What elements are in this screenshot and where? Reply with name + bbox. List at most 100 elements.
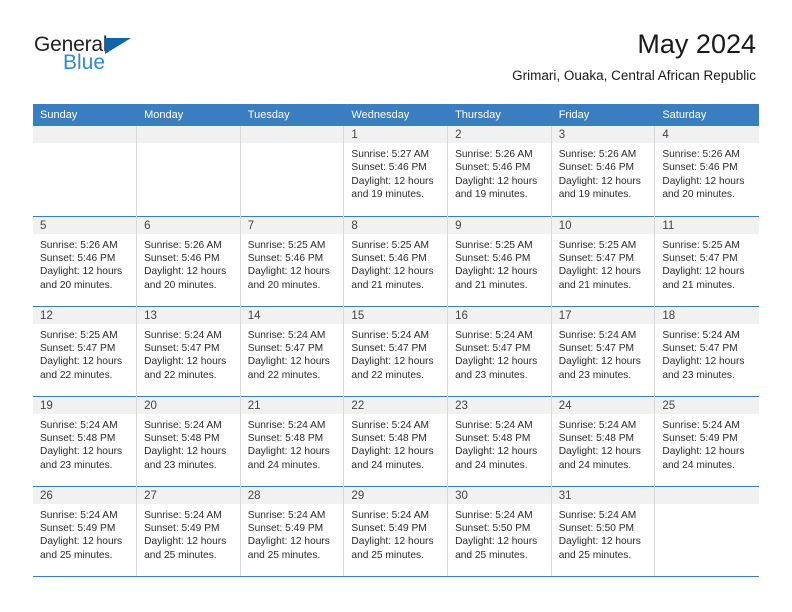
calendar-cell-day[interactable]: 29 Sunrise: 5:24 AM Sunset: 5:49 PM Dayligh… bbox=[343, 485, 449, 577]
calendar-cell-day[interactable]: 1 Sunrise: 5:27 AM Sunset: 5:46 PM Daylight… bbox=[343, 126, 449, 216]
calendar-cell-day[interactable]: 28 Sunrise: 5:24 AM Sunset: 5:49 PM Dayligh… bbox=[240, 485, 345, 577]
daylight-line2-text: and 23 minutes. bbox=[662, 369, 735, 381]
calendar-cell-day[interactable]: 23 Sunrise: 5:24 AM Sunset: 5:48 PM Dayligh… bbox=[447, 395, 552, 486]
calendar-cell-day[interactable]: 31 Sunrise: 5:24 AM Sunset: 5:50 PM Dayligh… bbox=[551, 485, 656, 577]
daylight-line2-text: and 23 minutes. bbox=[558, 369, 632, 381]
calendar-cell-day[interactable]: 3 Sunrise: 5:26 AM Sunset: 5:46 PM Daylight… bbox=[551, 126, 656, 216]
daylight-line1-text: Daylight: 12 hours bbox=[662, 356, 745, 368]
daylight-line1-text: Daylight: 12 hours bbox=[558, 175, 641, 187]
calendar-cell-day[interactable]: 5 Sunrise: 5:26 AM Sunset: 5:46 PM Daylight… bbox=[33, 215, 138, 306]
day-details: Sunrise: 5:24 AM Sunset: 5:47 PM Daylight:… bbox=[344, 324, 447, 383]
day-details: Sunrise: 5:24 AM Sunset: 5:49 PM Daylight:… bbox=[137, 504, 240, 563]
calendar-cell-empty bbox=[33, 126, 138, 216]
sunrise-text: Sunrise: 5:24 AM bbox=[558, 329, 637, 341]
sunrise-text: Sunrise: 5:24 AM bbox=[247, 329, 326, 341]
calendar-cell-day[interactable]: 18 Sunrise: 5:24 AM Sunset: 5:47 PM Dayligh… bbox=[654, 305, 759, 396]
calendar-cell-day[interactable]: 12 Sunrise: 5:25 AM Sunset: 5:47 PM Dayligh… bbox=[33, 305, 138, 396]
day-details: Sunrise: 5:26 AM Sunset: 5:46 PM Daylight:… bbox=[137, 234, 240, 293]
daylight-line2-text: and 22 minutes. bbox=[144, 369, 217, 381]
calendar-cell-day[interactable]: 14 Sunrise: 5:24 AM Sunset: 5:47 PM Dayligh… bbox=[240, 305, 345, 396]
sunset-text: Sunset: 5:47 PM bbox=[40, 342, 116, 354]
sunrise-text: Sunrise: 5:24 AM bbox=[455, 419, 533, 431]
daylight-line1-text: Daylight: 12 hours bbox=[455, 536, 538, 548]
daylight-line2-text: and 20 minutes. bbox=[144, 279, 217, 291]
daylight-line1-text: Daylight: 12 hours bbox=[558, 446, 641, 458]
calendar-cell-day[interactable]: 6 Sunrise: 5:26 AM Sunset: 5:46 PM Daylight… bbox=[136, 215, 241, 306]
calendar-cell-day[interactable]: 2 Sunrise: 5:26 AM Sunset: 5:46 PM Daylight… bbox=[447, 126, 552, 216]
daylight-line2-text: and 21 minutes. bbox=[558, 279, 632, 291]
day-number bbox=[137, 126, 240, 143]
day-number: 15 bbox=[344, 306, 448, 324]
sunset-text: Sunset: 5:46 PM bbox=[247, 252, 324, 264]
calendar-cell-day[interactable]: 15 Sunrise: 5:24 AM Sunset: 5:47 PM Dayligh… bbox=[343, 305, 449, 396]
calendar-cell-empty bbox=[136, 126, 241, 216]
sunrise-text: Sunrise: 5:26 AM bbox=[144, 239, 222, 251]
daylight-line2-text: and 23 minutes. bbox=[144, 459, 217, 471]
sunset-text: Sunset: 5:46 PM bbox=[40, 252, 116, 264]
page-header: General Blue May 2024 Grimari, Ouaka, Ce… bbox=[0, 0, 792, 84]
sunrise-text: Sunrise: 5:24 AM bbox=[455, 329, 533, 341]
sunrise-text: Sunrise: 5:24 AM bbox=[558, 419, 637, 431]
daylight-line1-text: Daylight: 12 hours bbox=[144, 446, 227, 458]
daylight-line2-text: and 20 minutes. bbox=[247, 279, 321, 291]
daylight-line2-text: and 22 minutes. bbox=[351, 369, 424, 381]
daylight-line1-text: Daylight: 12 hours bbox=[144, 356, 227, 368]
sunset-text: Sunset: 5:49 PM bbox=[662, 432, 738, 444]
calendar-cell-day[interactable]: 7 Sunrise: 5:25 AM Sunset: 5:46 PM Daylight… bbox=[240, 215, 345, 306]
day-details: Sunrise: 5:25 AM Sunset: 5:47 PM Daylight:… bbox=[33, 324, 136, 383]
calendar-cell-day[interactable]: 30 Sunrise: 5:24 AM Sunset: 5:50 PM Dayligh… bbox=[447, 485, 552, 577]
sunrise-text: Sunrise: 5:25 AM bbox=[40, 329, 118, 341]
calendar-cell-day[interactable]: 19 Sunrise: 5:24 AM Sunset: 5:48 PM Dayligh… bbox=[33, 395, 138, 486]
day-details: Sunrise: 5:24 AM Sunset: 5:48 PM Daylight:… bbox=[552, 414, 655, 473]
calendar-cell-day[interactable]: 11 Sunrise: 5:25 AM Sunset: 5:47 PM Dayligh… bbox=[654, 215, 759, 306]
day-number: 17 bbox=[551, 306, 655, 324]
day-number: 1 bbox=[344, 126, 448, 143]
sunrise-text: Sunrise: 5:24 AM bbox=[351, 419, 430, 431]
daylight-line2-text: and 23 minutes. bbox=[40, 459, 113, 471]
sunrise-text: Sunrise: 5:25 AM bbox=[662, 239, 740, 251]
calendar-cell-day[interactable]: 26 Sunrise: 5:24 AM Sunset: 5:49 PM Dayligh… bbox=[33, 485, 138, 577]
sunset-text: Sunset: 5:47 PM bbox=[662, 342, 738, 354]
daylight-line1-text: Daylight: 12 hours bbox=[351, 356, 434, 368]
sunrise-text: Sunrise: 5:24 AM bbox=[247, 509, 326, 521]
sunset-text: Sunset: 5:48 PM bbox=[351, 432, 427, 444]
day-number: 14 bbox=[240, 306, 344, 324]
sunset-text: Sunset: 5:47 PM bbox=[662, 252, 738, 264]
daylight-line2-text: and 24 minutes. bbox=[662, 459, 735, 471]
calendar-cell-day[interactable]: 9 Sunrise: 5:25 AM Sunset: 5:46 PM Daylight… bbox=[447, 215, 552, 306]
calendar-cell-day[interactable]: 27 Sunrise: 5:24 AM Sunset: 5:49 PM Dayligh… bbox=[136, 485, 241, 577]
day-number: 18 bbox=[655, 306, 759, 324]
general-blue-logo[interactable]: General Blue bbox=[34, 30, 174, 78]
calendar-cell-day[interactable]: 8 Sunrise: 5:25 AM Sunset: 5:46 PM Daylight… bbox=[343, 215, 449, 306]
daylight-line2-text: and 25 minutes. bbox=[558, 549, 632, 561]
calendar-week-row: 26 Sunrise: 5:24 AM Sunset: 5:49 PM Dayligh… bbox=[33, 485, 759, 577]
calendar-cell-day[interactable]: 16 Sunrise: 5:24 AM Sunset: 5:47 PM Dayligh… bbox=[447, 305, 552, 396]
calendar-cell-day[interactable]: 24 Sunrise: 5:24 AM Sunset: 5:48 PM Dayligh… bbox=[551, 395, 656, 486]
day-number: 19 bbox=[33, 396, 137, 414]
day-details: Sunrise: 5:26 AM Sunset: 5:46 PM Daylight:… bbox=[655, 143, 758, 202]
daylight-line2-text: and 22 minutes. bbox=[247, 369, 321, 381]
day-details: Sunrise: 5:24 AM Sunset: 5:48 PM Daylight:… bbox=[33, 414, 136, 473]
day-details: Sunrise: 5:25 AM Sunset: 5:47 PM Daylight:… bbox=[552, 234, 655, 293]
calendar-cell-day[interactable]: 13 Sunrise: 5:24 AM Sunset: 5:47 PM Dayligh… bbox=[136, 305, 241, 396]
calendar-cell-day[interactable]: 20 Sunrise: 5:24 AM Sunset: 5:48 PM Dayligh… bbox=[136, 395, 241, 486]
day-number: 12 bbox=[33, 306, 137, 324]
calendar-cell-day[interactable]: 21 Sunrise: 5:24 AM Sunset: 5:48 PM Dayligh… bbox=[240, 395, 345, 486]
day-number: 20 bbox=[137, 396, 240, 414]
sunrise-text: Sunrise: 5:24 AM bbox=[40, 419, 118, 431]
calendar-cell-day[interactable]: 22 Sunrise: 5:24 AM Sunset: 5:48 PM Dayligh… bbox=[343, 395, 449, 486]
calendar-cell-day[interactable]: 10 Sunrise: 5:25 AM Sunset: 5:47 PM Dayligh… bbox=[551, 215, 656, 306]
day-number: 8 bbox=[344, 216, 448, 234]
calendar-cell-day[interactable]: 17 Sunrise: 5:24 AM Sunset: 5:47 PM Dayligh… bbox=[551, 305, 656, 396]
daylight-line1-text: Daylight: 12 hours bbox=[455, 266, 538, 278]
daylight-line1-text: Daylight: 12 hours bbox=[662, 446, 745, 458]
daylight-line2-text: and 21 minutes. bbox=[455, 279, 528, 291]
day-details: Sunrise: 5:25 AM Sunset: 5:47 PM Daylight:… bbox=[655, 234, 758, 293]
day-number: 22 bbox=[344, 396, 448, 414]
day-details: Sunrise: 5:25 AM Sunset: 5:46 PM Daylight:… bbox=[448, 234, 551, 293]
calendar-cell-day[interactable]: 25 Sunrise: 5:24 AM Sunset: 5:49 PM Dayligh… bbox=[654, 395, 759, 486]
calendar-cell-day[interactable]: 4 Sunrise: 5:26 AM Sunset: 5:46 PM Daylight… bbox=[654, 126, 759, 216]
sunset-text: Sunset: 5:46 PM bbox=[662, 162, 738, 174]
day-number: 9 bbox=[448, 216, 551, 234]
daylight-line2-text: and 25 minutes. bbox=[455, 549, 528, 561]
